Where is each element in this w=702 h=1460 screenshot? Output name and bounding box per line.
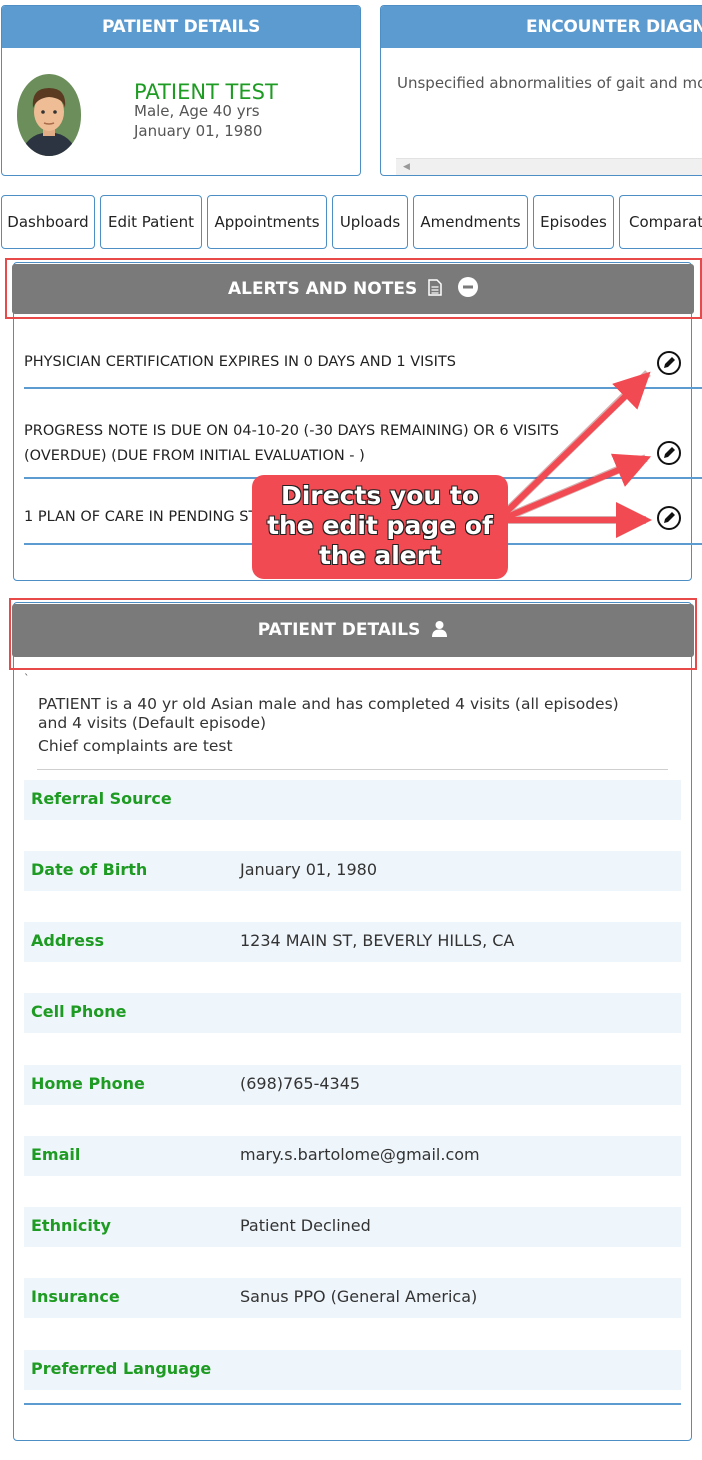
info-label: Referral Source <box>31 789 172 808</box>
info-row-ethnicity: Ethnicity Patient Declined <box>24 1207 681 1247</box>
info-row-home-phone: Home Phone (698)765-4345 <box>24 1065 681 1105</box>
info-row-referral-source: Referral Source <box>24 780 681 820</box>
callout-line: Directs you to <box>280 481 480 510</box>
info-value: Patient Declined <box>240 1216 371 1235</box>
info-label: Date of Birth <box>31 860 148 879</box>
info-row-insurance: Insurance Sanus PPO (General America) <box>24 1278 681 1318</box>
info-label: Home Phone <box>31 1074 145 1093</box>
info-value: Sanus PPO (General America) <box>240 1287 478 1306</box>
callout-line: the alert <box>318 541 442 570</box>
info-row-preferred-language: Preferred Language <box>24 1350 681 1390</box>
info-value: January 01, 1980 <box>240 860 377 879</box>
stray-mark: ` <box>24 672 30 685</box>
info-label: Ethnicity <box>31 1216 111 1235</box>
summary-divider <box>37 769 668 770</box>
summary-line: and 4 visits (Default episode) <box>38 714 267 732</box>
info-value: mary.s.bartolome@gmail.com <box>240 1145 480 1164</box>
info-row-date-of-birth: Date of Birth January 01, 1980 <box>24 851 681 891</box>
info-row-address: Address 1234 MAIN ST, BEVERLY HILLS, CA <box>24 922 681 962</box>
info-label: Cell Phone <box>31 1002 127 1021</box>
details-divider <box>24 1403 681 1405</box>
info-label: Address <box>31 931 105 950</box>
annotation-callout: Directs you to the edit page of the aler… <box>252 475 508 579</box>
info-label: Email <box>31 1145 81 1164</box>
info-row-cell-phone: Cell Phone <box>24 993 681 1033</box>
callout-line: the edit page of <box>267 511 493 540</box>
info-row-email: Email mary.s.bartolome@gmail.com <box>24 1136 681 1176</box>
info-label: Preferred Language <box>31 1359 212 1378</box>
summary-line: PATIENT is a 40 yr old Asian male and ha… <box>38 695 619 713</box>
info-value: 1234 MAIN ST, BEVERLY HILLS, CA <box>240 931 515 950</box>
info-label: Insurance <box>31 1287 120 1306</box>
summary-line: Chief complaints are test <box>38 737 233 755</box>
info-value: (698)765-4345 <box>240 1074 361 1093</box>
details-highlight-box <box>9 598 697 670</box>
